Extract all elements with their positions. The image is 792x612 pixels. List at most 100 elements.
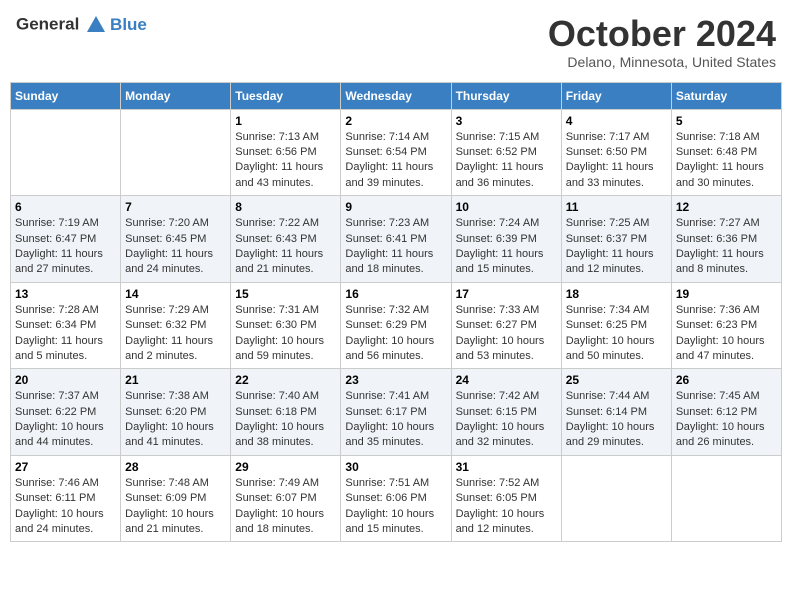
day-info: Sunrise: 7:32 AMSunset: 6:29 PMDaylight:…	[345, 303, 446, 365]
calendar-cell: 28 Sunrise: 7:48 AMSunset: 6:09 PMDayligh…	[121, 455, 231, 542]
day-number: 12	[676, 200, 777, 214]
page-header: General Blue October 2024 Delano, Minnes…	[10, 10, 782, 74]
day-info: Sunrise: 7:41 AMSunset: 6:17 PMDaylight:…	[345, 389, 446, 451]
day-info: Sunrise: 7:48 AMSunset: 6:09 PMDaylight:…	[125, 476, 226, 538]
day-info: Sunrise: 7:28 AMSunset: 6:34 PMDaylight:…	[15, 303, 116, 365]
calendar-cell: 2Sunrise: 7:14 AMSunset: 6:54 PMDaylight…	[341, 109, 451, 196]
calendar-week-2: 6Sunrise: 7:19 AMSunset: 6:47 PMDaylight…	[11, 196, 782, 283]
day-info: Sunrise: 7:38 AMSunset: 6:20 PMDaylight:…	[125, 389, 226, 451]
day-number: 6	[15, 200, 116, 214]
month-title: October 2024	[548, 14, 776, 54]
day-info: Sunrise: 7:31 AMSunset: 6:30 PMDaylight:…	[235, 303, 336, 365]
day-number: 10	[456, 200, 557, 214]
calendar-cell: 19 Sunrise: 7:36 AMSunset: 6:23 PMDayligh…	[671, 282, 781, 369]
day-number: 1	[235, 114, 336, 128]
calendar-cell: 13 Sunrise: 7:28 AMSunset: 6:34 PMDayligh…	[11, 282, 121, 369]
day-number: 4	[566, 114, 667, 128]
calendar-cell	[561, 455, 671, 542]
day-info: Sunrise: 7:34 AMSunset: 6:25 PMDaylight:…	[566, 303, 667, 365]
day-number: 28	[125, 460, 226, 474]
day-info: Sunrise: 7:36 AMSunset: 6:23 PMDaylight:…	[676, 303, 777, 365]
weekday-header-wednesday: Wednesday	[341, 82, 451, 109]
calendar-cell: 6Sunrise: 7:19 AMSunset: 6:47 PMDaylight…	[11, 196, 121, 283]
day-number: 8	[235, 200, 336, 214]
day-number: 19	[676, 287, 777, 301]
day-info: Sunrise: 7:44 AMSunset: 6:14 PMDaylight:…	[566, 389, 667, 451]
day-number: 31	[456, 460, 557, 474]
weekday-header-tuesday: Tuesday	[231, 82, 341, 109]
calendar-cell: 20Sunrise: 7:37 AMSunset: 6:22 PMDayligh…	[11, 369, 121, 456]
calendar-table: SundayMondayTuesdayWednesdayThursdayFrid…	[10, 82, 782, 543]
title-block: October 2024 Delano, Minnesota, United S…	[548, 14, 776, 70]
weekday-header-friday: Friday	[561, 82, 671, 109]
day-info: Sunrise: 7:22 AMSunset: 6:43 PMDaylight:…	[235, 216, 336, 278]
weekday-header-saturday: Saturday	[671, 82, 781, 109]
day-number: 27	[15, 460, 116, 474]
day-info: Sunrise: 7:33 AMSunset: 6:27 PMDaylight:…	[456, 303, 557, 365]
day-info: Sunrise: 7:20 AMSunset: 6:45 PMDaylight:…	[125, 216, 226, 278]
day-info: Sunrise: 7:42 AMSunset: 6:15 PMDaylight:…	[456, 389, 557, 451]
day-info: Sunrise: 7:23 AMSunset: 6:41 PMDaylight:…	[345, 216, 446, 278]
day-info: Sunrise: 7:51 AMSunset: 6:06 PMDaylight:…	[345, 476, 446, 538]
day-info: Sunrise: 7:40 AMSunset: 6:18 PMDaylight:…	[235, 389, 336, 451]
day-info: Sunrise: 7:45 AMSunset: 6:12 PMDaylight:…	[676, 389, 777, 451]
day-info: Sunrise: 7:13 AMSunset: 6:56 PMDaylight:…	[235, 130, 336, 192]
day-number: 15	[235, 287, 336, 301]
day-number: 9	[345, 200, 446, 214]
day-info: Sunrise: 7:29 AMSunset: 6:32 PMDaylight:…	[125, 303, 226, 365]
day-info: Sunrise: 7:15 AMSunset: 6:52 PMDaylight:…	[456, 130, 557, 192]
day-number: 17	[456, 287, 557, 301]
calendar-header-row: SundayMondayTuesdayWednesdayThursdayFrid…	[11, 82, 782, 109]
calendar-cell: 26Sunrise: 7:45 AMSunset: 6:12 PMDayligh…	[671, 369, 781, 456]
calendar-cell: 4Sunrise: 7:17 AMSunset: 6:50 PMDaylight…	[561, 109, 671, 196]
day-number: 21	[125, 373, 226, 387]
calendar-week-3: 13 Sunrise: 7:28 AMSunset: 6:34 PMDayligh…	[11, 282, 782, 369]
calendar-cell: 5 Sunrise: 7:18 AMSunset: 6:48 PMDaylight…	[671, 109, 781, 196]
weekday-header-thursday: Thursday	[451, 82, 561, 109]
calendar-cell: 12Sunrise: 7:27 AMSunset: 6:36 PMDayligh…	[671, 196, 781, 283]
day-number: 14	[125, 287, 226, 301]
day-number: 18	[566, 287, 667, 301]
location-subtitle: Delano, Minnesota, United States	[548, 54, 776, 70]
logo-icon	[85, 14, 107, 36]
calendar-cell: 22 Sunrise: 7:40 AMSunset: 6:18 PMDayligh…	[231, 369, 341, 456]
calendar-cell: 14 Sunrise: 7:29 AMSunset: 6:32 PMDayligh…	[121, 282, 231, 369]
calendar-cell: 8 Sunrise: 7:22 AMSunset: 6:43 PMDaylight…	[231, 196, 341, 283]
calendar-cell: 25 Sunrise: 7:44 AMSunset: 6:14 PMDayligh…	[561, 369, 671, 456]
calendar-cell: 24 Sunrise: 7:42 AMSunset: 6:15 PMDayligh…	[451, 369, 561, 456]
calendar-cell	[11, 109, 121, 196]
day-number: 3	[456, 114, 557, 128]
calendar-week-5: 27 Sunrise: 7:46 AMSunset: 6:11 PMDayligh…	[11, 455, 782, 542]
calendar-cell: 16 Sunrise: 7:32 AMSunset: 6:29 PMDayligh…	[341, 282, 451, 369]
day-info: Sunrise: 7:14 AMSunset: 6:54 PMDaylight:…	[345, 130, 446, 192]
calendar-cell: 17 Sunrise: 7:33 AMSunset: 6:27 PMDayligh…	[451, 282, 561, 369]
calendar-cell: 23Sunrise: 7:41 AMSunset: 6:17 PMDayligh…	[341, 369, 451, 456]
logo-general: General	[16, 14, 79, 33]
day-number: 13	[15, 287, 116, 301]
calendar-week-4: 20Sunrise: 7:37 AMSunset: 6:22 PMDayligh…	[11, 369, 782, 456]
day-number: 22	[235, 373, 336, 387]
day-number: 16	[345, 287, 446, 301]
calendar-week-1: 1 Sunrise: 7:13 AMSunset: 6:56 PMDaylight…	[11, 109, 782, 196]
day-number: 30	[345, 460, 446, 474]
day-info: Sunrise: 7:46 AMSunset: 6:11 PMDaylight:…	[15, 476, 116, 538]
calendar-cell: 10Sunrise: 7:24 AMSunset: 6:39 PMDayligh…	[451, 196, 561, 283]
day-number: 25	[566, 373, 667, 387]
day-info: Sunrise: 7:52 AMSunset: 6:05 PMDaylight:…	[456, 476, 557, 538]
calendar-cell: 3 Sunrise: 7:15 AMSunset: 6:52 PMDaylight…	[451, 109, 561, 196]
calendar-cell: 9 Sunrise: 7:23 AMSunset: 6:41 PMDaylight…	[341, 196, 451, 283]
calendar-cell: 18 Sunrise: 7:34 AMSunset: 6:25 PMDayligh…	[561, 282, 671, 369]
day-number: 11	[566, 200, 667, 214]
day-info: Sunrise: 7:18 AMSunset: 6:48 PMDaylight:…	[676, 130, 777, 192]
day-number: 20	[15, 373, 116, 387]
calendar-cell: 29Sunrise: 7:49 AMSunset: 6:07 PMDayligh…	[231, 455, 341, 542]
calendar-cell: 31 Sunrise: 7:52 AMSunset: 6:05 PMDayligh…	[451, 455, 561, 542]
weekday-header-monday: Monday	[121, 82, 231, 109]
calendar-cell: 27 Sunrise: 7:46 AMSunset: 6:11 PMDayligh…	[11, 455, 121, 542]
calendar-cell	[121, 109, 231, 196]
day-number: 24	[456, 373, 557, 387]
weekday-header-sunday: Sunday	[11, 82, 121, 109]
logo: General Blue	[16, 14, 147, 36]
calendar-cell: 15 Sunrise: 7:31 AMSunset: 6:30 PMDayligh…	[231, 282, 341, 369]
day-number: 5	[676, 114, 777, 128]
